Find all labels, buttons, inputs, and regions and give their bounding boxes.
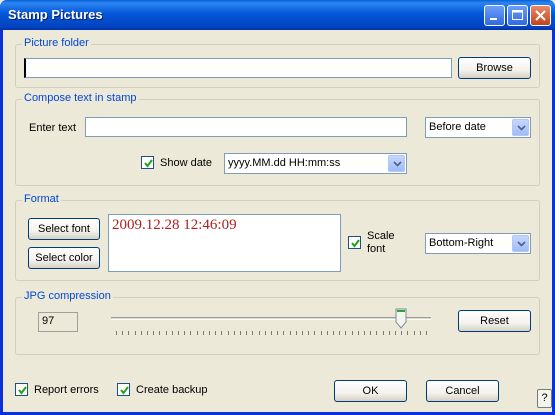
jpg-compression-legend: JPG compression [22,290,113,302]
slider-tick [209,331,210,335]
slider-tick [376,331,378,335]
slider-tick [357,331,359,335]
slider-tick [333,331,334,335]
scale-font-checkbox[interactable] [348,236,361,249]
slider-tick [221,331,223,335]
slider-tick [419,331,421,335]
slider-tick [413,331,415,335]
slider-tick [128,331,130,335]
slider-tick [252,331,254,335]
chevron-down-icon[interactable] [388,155,405,172]
enter-text-label: Enter text [29,122,77,134]
scale-font-label: Scale font [367,230,395,255]
slider-tick [171,331,173,335]
slider-tick [246,331,248,335]
chevron-down-icon[interactable] [512,235,529,252]
slider-tick [140,331,142,335]
stamp-preview: 2009.12.28 12:46:09 [108,214,341,272]
slider-tick [227,331,229,335]
slider-tick [277,331,279,335]
title-bar[interactable]: Stamp Pictures [0,0,555,30]
slider-tick [215,331,217,335]
close-button[interactable] [530,5,551,26]
slider-tick [134,331,136,335]
browse-button[interactable]: Browse [458,57,531,79]
slider-tick [184,331,186,335]
slider-tick [388,331,390,335]
checkmark-icon [18,386,27,395]
slider-tick [165,331,167,335]
maximize-icon [512,10,523,20]
slider-tick [320,331,322,335]
slider-tick [116,331,117,335]
slider-tick [351,331,353,335]
slider-tick [159,331,161,335]
quality-slider-thumb[interactable] [395,308,407,329]
maximize-button[interactable] [507,5,528,26]
slider-tick [153,331,155,335]
slider-tick [339,331,341,335]
slider-tick [382,331,384,335]
slider-tick [370,331,372,335]
slider-tick [283,331,285,335]
minimize-button[interactable] [484,5,505,26]
select-font-button[interactable]: Select font [28,218,100,240]
slider-tick [295,331,297,335]
slider-tick [196,331,198,335]
checkmark-icon [144,159,153,168]
select-color-button[interactable]: Select color [28,247,100,269]
slider-tick [264,331,266,335]
report-errors-label: Report errors [34,384,99,396]
window-title: Stamp Pictures [8,7,103,22]
stamp-placement-value: Bottom-Right [429,237,494,249]
quality-slider-track[interactable] [111,317,431,320]
slider-tick [178,331,179,335]
slider-tick [326,331,328,335]
slider-tick [401,331,403,335]
slider-tick [345,331,347,335]
stamp-placement-select[interactable]: Bottom-Right [425,233,531,254]
slider-tick [395,331,396,335]
slider-tick [314,331,316,335]
checkmark-icon [351,239,360,248]
reset-button[interactable]: Reset [458,310,531,332]
slider-tick [407,331,409,335]
help-button[interactable]: ? [537,389,552,408]
text-position-select[interactable]: Before date [425,117,531,138]
format-legend: Format [22,193,61,205]
slider-tick [240,331,241,335]
slider-tick [302,331,303,335]
chevron-down-icon[interactable] [512,119,529,136]
picture-folder-legend: Picture folder [22,37,91,49]
slider-tick [271,331,272,335]
slider-tick [147,331,148,335]
date-format-select[interactable]: yyyy.MM.dd HH:mm:ss [224,153,407,174]
ok-button[interactable]: OK [334,380,407,402]
report-errors-checkbox[interactable] [15,383,28,396]
date-format-value: yyyy.MM.dd HH:mm:ss [228,157,341,169]
slider-tick [202,331,204,335]
slider-tick [258,331,260,335]
slider-tick [426,331,427,335]
slider-tick [233,331,235,335]
quality-value-box: 97 [38,312,78,332]
show-date-checkbox[interactable] [141,156,154,169]
compose-text-legend: Compose text in stamp [22,92,139,104]
create-backup-checkbox[interactable] [117,383,130,396]
create-backup-label: Create backup [136,384,208,396]
show-date-label: Show date [160,157,212,169]
slider-tick [190,331,192,335]
close-icon [535,10,546,21]
slider-tick [122,331,124,335]
checkmark-icon [120,386,129,395]
slider-tick [308,331,310,335]
slider-tick [364,331,365,335]
enter-text-input[interactable] [85,117,407,137]
picture-folder-input[interactable] [24,58,452,78]
minimize-icon [490,18,497,20]
cancel-button[interactable]: Cancel [426,380,499,402]
slider-tick [289,331,291,335]
text-position-value: Before date [429,121,486,133]
